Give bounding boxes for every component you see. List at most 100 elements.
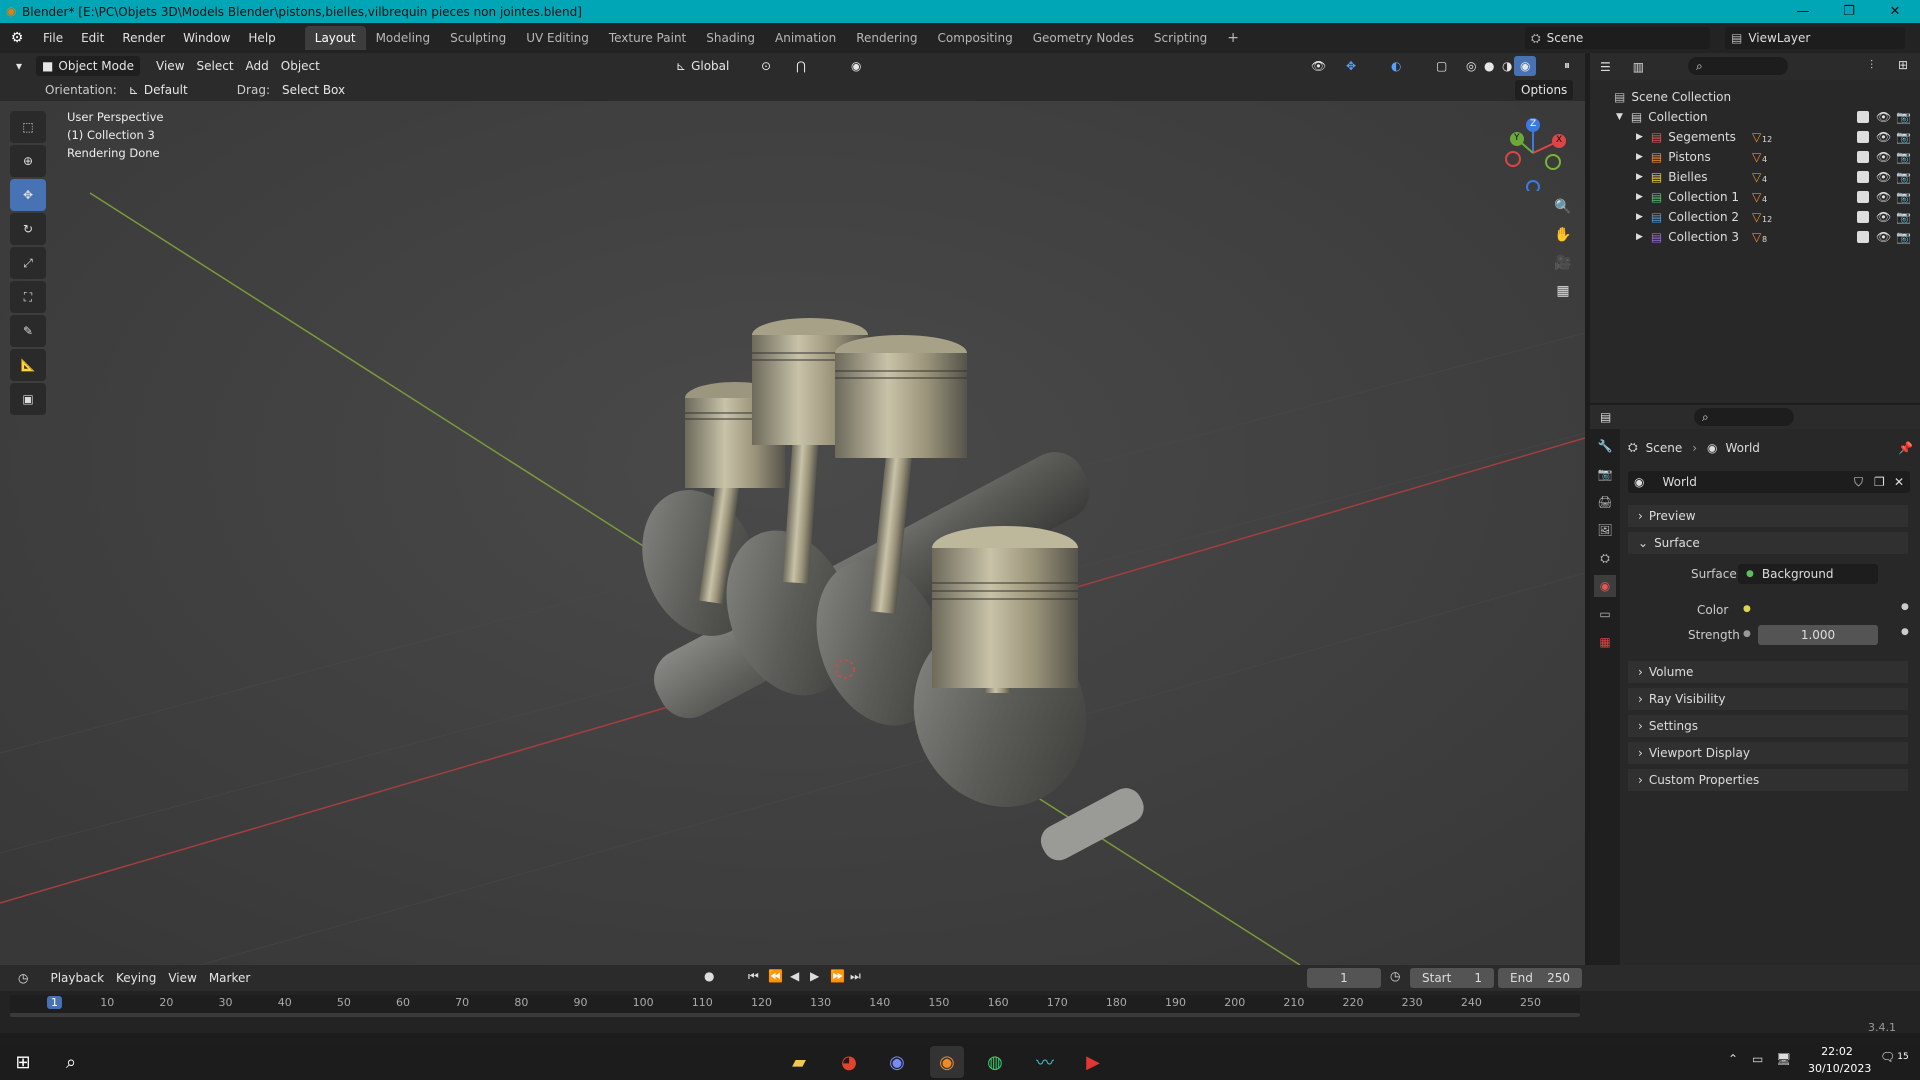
panel-preview[interactable]: › Preview xyxy=(1628,505,1908,527)
3d-viewport[interactable]: ⬚ ⊕ ✥ ↻ ⤢ ⛶ ✎ 📐 ▣ User Perspective (1) C… xyxy=(0,53,1585,965)
panel-viewport-display[interactable]: › Viewport Display xyxy=(1628,742,1908,764)
add-workspace-icon[interactable]: + xyxy=(1217,26,1249,50)
collapsed-arrow-icon[interactable]: ▶ xyxy=(1636,132,1643,142)
outliner-item[interactable]: ▶ ▤ Pistons ▽ 4 👁 📷 xyxy=(1590,147,1920,167)
outliner-item[interactable]: ▶ ▤ Collection 2 ▽ 12 👁 📷 xyxy=(1590,207,1920,227)
tab-shading[interactable]: Shading xyxy=(696,26,765,50)
viewport-add-menu[interactable]: Add xyxy=(240,56,275,76)
exclude-checkbox[interactable] xyxy=(1857,151,1869,163)
move-tool-icon[interactable]: ✥ xyxy=(10,179,46,211)
app-wave-icon[interactable]: 〰 xyxy=(1028,1046,1062,1078)
tray-network-icon[interactable]: 🖥 xyxy=(1776,1052,1791,1066)
exclude-checkbox[interactable] xyxy=(1857,231,1869,243)
camera-render-icon[interactable]: 📷 xyxy=(1896,110,1911,124)
tab-uv-editing[interactable]: UV Editing xyxy=(516,26,599,50)
auto-keying-icon[interactable]: ● xyxy=(704,969,714,983)
rendered-shading-icon[interactable]: ◉ xyxy=(1514,55,1537,76)
camera-render-icon[interactable]: 📷 xyxy=(1896,190,1911,204)
color-socket-icon[interactable]: ● xyxy=(1743,604,1751,614)
tab-modeling[interactable]: Modeling xyxy=(366,26,441,50)
collapsed-arrow-icon[interactable]: ▶ xyxy=(1636,152,1643,162)
rotate-tool-icon[interactable]: ↻ xyxy=(10,213,46,245)
select-box-tool-icon[interactable]: ⬚ xyxy=(10,111,46,143)
timeline-view-menu[interactable]: View xyxy=(162,968,202,988)
fake-user-icon[interactable]: ⛉ xyxy=(1854,475,1863,490)
timeline-scrollbar[interactable] xyxy=(10,1013,1580,1017)
scene-selector[interactable]: ⛭ Scene xyxy=(1525,27,1710,49)
tab-sculpting[interactable]: Sculpting xyxy=(440,26,516,50)
playhead-frame[interactable]: 1 xyxy=(47,996,62,1009)
pause-render-icon[interactable]: ⏸ xyxy=(1558,56,1576,76)
eye-icon[interactable]: 👁 xyxy=(1876,190,1891,204)
file-explorer-icon[interactable]: ▰ xyxy=(782,1046,816,1078)
properties-search-input[interactable]: ⌕ xyxy=(1694,408,1794,426)
orientation-dropdown[interactable]: ⊾ Default xyxy=(123,80,219,100)
exclude-checkbox[interactable] xyxy=(1857,211,1869,223)
timeline-ruler[interactable]: 1 10 20 30 40 50 60 70 80 90 100 110 120 130 140 150 160… xyxy=(10,995,1580,1013)
outliner-item[interactable]: ▶ ▤ Collection 1 ▽ 4 👁 📷 xyxy=(1590,187,1920,207)
texture-tab-icon[interactable]: ▦ xyxy=(1594,631,1616,653)
strength-field[interactable]: 1.000 xyxy=(1758,625,1878,645)
surface-shader-field[interactable]: ● Background xyxy=(1738,564,1878,584)
output-tab-icon[interactable]: 🖨 xyxy=(1594,491,1616,513)
jump-end-icon[interactable]: ⏭ xyxy=(850,969,861,984)
tab-compositing[interactable]: Compositing xyxy=(927,26,1022,50)
camera-view-icon[interactable]: 🎥 xyxy=(1549,249,1577,277)
panel-custom-properties[interactable]: › Custom Properties xyxy=(1628,769,1908,791)
tab-animation[interactable]: Animation xyxy=(765,26,846,50)
menu-help[interactable]: Help xyxy=(239,23,284,53)
clock-time[interactable]: 22:02 xyxy=(1812,1045,1862,1058)
pan-hand-icon[interactable]: ✋ xyxy=(1549,221,1577,249)
chrome-icon[interactable]: ◕ xyxy=(832,1046,866,1078)
viewlayer-selector[interactable]: ▤ ViewLayer xyxy=(1725,27,1905,49)
app-green-icon[interactable]: ◍ xyxy=(978,1046,1012,1078)
world-tab-icon[interactable]: ◉ xyxy=(1594,575,1616,597)
zoom-icon[interactable]: 🔍 xyxy=(1549,193,1577,221)
jump-prev-keyframe-icon[interactable]: ⏪ xyxy=(768,969,783,983)
new-collection-icon[interactable]: ⊞ xyxy=(1898,58,1908,72)
outliner-scene-collection[interactable]: ▤ Scene Collection xyxy=(1590,87,1920,107)
close-window-button[interactable]: ✕ xyxy=(1872,0,1918,23)
end-frame-field[interactable]: End 250 xyxy=(1498,968,1582,988)
camera-render-icon[interactable]: 📷 xyxy=(1896,230,1911,244)
tab-scripting[interactable]: Scripting xyxy=(1144,26,1217,50)
minimize-button[interactable]: — xyxy=(1780,0,1826,23)
keying-menu[interactable]: Keying xyxy=(110,968,162,988)
tray-chevron-icon[interactable]: ⌃ xyxy=(1728,1052,1738,1066)
gizmo-toggle-icon[interactable]: ✥ xyxy=(1340,56,1362,76)
tab-rendering[interactable]: Rendering xyxy=(846,26,927,50)
tool-tab-icon[interactable]: 🔧 xyxy=(1594,435,1616,457)
viewport-view-menu[interactable]: View xyxy=(150,56,190,76)
outliner-item[interactable]: ▶ ▤ Bielles ▽ 4 👁 📷 xyxy=(1590,167,1920,187)
taskbar-search-icon[interactable]: ⌕ xyxy=(54,1046,88,1078)
add-cube-tool-icon[interactable]: ▣ xyxy=(10,383,46,415)
color-keyframe-icon[interactable]: ● xyxy=(1901,602,1909,612)
render-tab-icon[interactable]: 📷 xyxy=(1594,463,1616,485)
expand-arrow-icon[interactable]: ▼ xyxy=(1616,112,1623,122)
collapsed-arrow-icon[interactable]: ▶ xyxy=(1636,172,1643,182)
camera-render-icon[interactable]: 📷 xyxy=(1896,150,1911,164)
menu-render[interactable]: Render xyxy=(113,23,174,53)
current-frame-field[interactable]: 1 xyxy=(1307,968,1381,988)
eye-icon[interactable]: 👁 xyxy=(1876,110,1891,124)
exclude-checkbox[interactable] xyxy=(1857,171,1869,183)
jump-next-keyframe-icon[interactable]: ⏩ xyxy=(830,969,845,983)
visibility-icon[interactable]: 👁 xyxy=(1305,56,1332,76)
outliner-collection-row[interactable]: ▼ ▤ Collection 👁 📷 xyxy=(1590,107,1920,127)
collection-tab-icon[interactable]: ▭ xyxy=(1594,603,1616,625)
properties-editor-icon[interactable]: ▤ xyxy=(1600,410,1611,424)
exclude-checkbox[interactable] xyxy=(1857,111,1869,123)
mode-dropdown[interactable]: ■ Object Mode xyxy=(36,55,141,76)
panel-surface[interactable]: ⌄ Surface xyxy=(1628,532,1908,554)
exclude-checkbox[interactable] xyxy=(1857,131,1869,143)
xray-icon[interactable]: ▢ xyxy=(1430,56,1453,76)
view-layer-tab-icon[interactable]: 🖼 xyxy=(1594,519,1616,541)
drag-dropdown[interactable]: Select Box xyxy=(276,80,351,100)
playback-menu[interactable]: Playback xyxy=(44,968,110,988)
eye-icon[interactable]: 👁 xyxy=(1876,150,1891,164)
eye-icon[interactable]: 👁 xyxy=(1876,230,1891,244)
panel-settings[interactable]: › Settings xyxy=(1628,715,1908,737)
outliner-search-input[interactable]: ⌕ xyxy=(1688,57,1788,75)
cursor-tool-icon[interactable]: ⊕ xyxy=(10,145,46,177)
strength-socket-icon[interactable]: ● xyxy=(1743,629,1751,639)
